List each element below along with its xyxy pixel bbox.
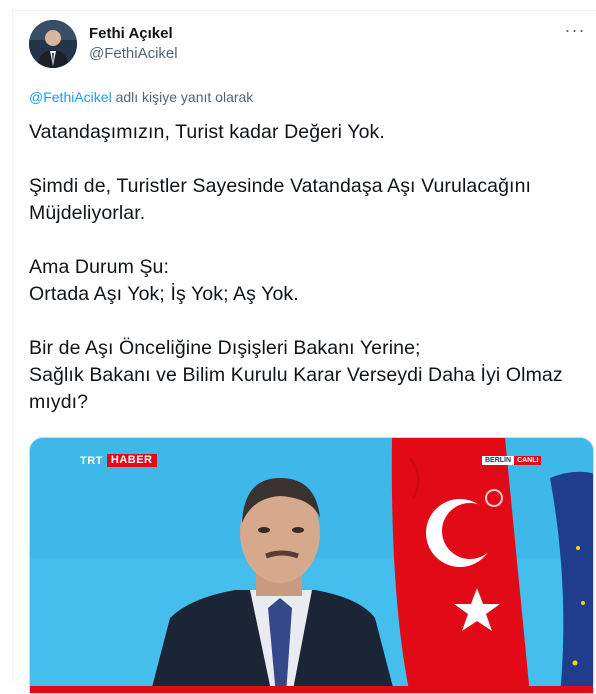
tweet-paragraph: Ama Durum Şu: Ortada Aşı Yok; İş Yok; Aş… <box>29 256 299 305</box>
tweet-card[interactable]: Fethi Açıkel @FethiAcikel ··· @FethiAcik… <box>12 10 596 694</box>
author-name[interactable]: Fethi Açıkel <box>89 25 173 42</box>
more-options-icon[interactable]: ··· <box>561 19 589 47</box>
channel-logo-part1: TRT <box>80 454 103 467</box>
channel-logo-part2: HABER <box>106 454 157 467</box>
video-frame <box>30 438 593 693</box>
tweet-paragraph: Bir de Aşı Önceliğine Dışişleri Bakanı Y… <box>29 337 563 413</box>
avatar-image <box>29 20 77 68</box>
channel-logo: TRT HABER <box>76 454 157 467</box>
tweet-media-video[interactable]: TRT HABER BERLİN CANLI <box>29 437 594 694</box>
live-badge-status: CANLI <box>514 456 542 465</box>
avatar[interactable] <box>29 20 77 68</box>
live-badge: BERLİN CANLI <box>482 456 542 465</box>
reply-mention-link[interactable]: @FethiAcikel <box>29 89 112 105</box>
tweet-paragraph: Vatandaşımızın, Turist kadar Değeri Yok. <box>29 121 385 143</box>
live-badge-city: BERLİN <box>482 456 515 465</box>
author-handle[interactable]: @FethiAcikel <box>89 45 178 62</box>
reply-context: @FethiAcikel adlı kişiye yanıt olarak <box>29 89 253 105</box>
tweet-text: Vatandaşımızın, Turist kadar Değeri Yok.… <box>29 119 589 416</box>
tweet-paragraph: Şimdi de, Turistler Sayesinde Vatandaşa … <box>29 175 532 224</box>
reply-context-text: adlı kişiye yanıt olarak <box>111 89 254 105</box>
